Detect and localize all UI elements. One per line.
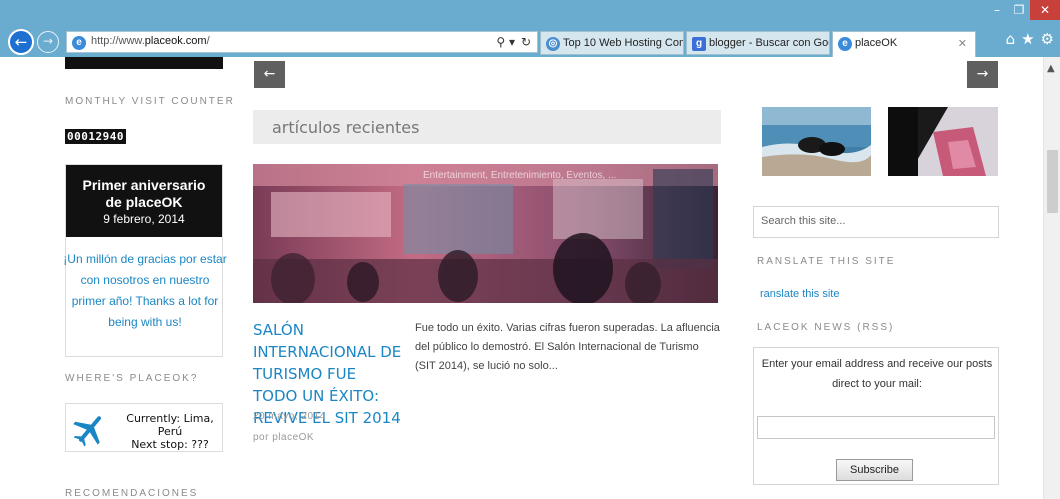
where-widget[interactable]: Currently: Lima, Perú Next stop: ???	[65, 403, 223, 452]
refresh-icon[interactable]: ↻	[521, 35, 531, 49]
anniversary-title-2: de placeOK	[105, 194, 183, 210]
vertical-scrollbar[interactable]: ▲	[1043, 57, 1060, 499]
url-prefix: http://www.	[91, 35, 145, 47]
news-heading: LACEOK NEWS (RSS)	[757, 322, 895, 333]
tab-label: placeOK	[855, 37, 898, 49]
post-author[interactable]: por placeOK	[253, 432, 314, 443]
airplane-icon	[73, 416, 101, 447]
anniversary-date: 9 febrero, 2014	[103, 212, 185, 226]
email-field[interactable]	[757, 416, 995, 439]
anniversary-message: ¡Un millón de gracias por estar con noso…	[63, 252, 227, 329]
close-window-button[interactable]: ✕	[1030, 0, 1060, 20]
subscribe-text: Enter your email address and receive our…	[761, 358, 993, 390]
scroll-up-icon[interactable]: ▲	[1047, 63, 1055, 74]
url-domain: placeok.com	[144, 35, 207, 47]
where-heading: WHERE'S PLACEOK?	[65, 373, 199, 384]
gear-icon[interactable]: ⚙	[1041, 30, 1054, 48]
post-categories[interactable]: Entertainment, Entretenimiento, Eventos,…	[423, 170, 616, 181]
ie-favicon-icon: e	[838, 37, 852, 51]
tab-label: Top 10 Web Hosting Com...	[563, 37, 684, 49]
translate-heading: RANSLATE THIS SITE	[757, 256, 896, 267]
tab-label: blogger - Buscar con Goo...	[709, 37, 829, 49]
minimize-button[interactable]: –	[986, 0, 1008, 20]
browser-icons: ⌂ ★ ⚙	[1006, 30, 1054, 48]
section-title: artículos recientes	[272, 118, 420, 137]
browser-toolbar: – ❐ ✕ ← → e http://www.placeok.com/ ⚲ ▾ …	[0, 0, 1060, 57]
forward-button[interactable]: →	[37, 31, 59, 53]
maximize-button[interactable]: ❐	[1008, 0, 1030, 20]
previous-slide-button[interactable]: ←	[254, 61, 285, 88]
star-icon[interactable]: ★	[1021, 30, 1034, 48]
anniversary-header: Primer aniversario de placeOK 9 febrero,…	[66, 165, 222, 237]
translate-link[interactable]: ranslate this site	[760, 288, 839, 300]
visit-counter: 00012940	[65, 129, 126, 144]
search-dropdown-icon[interactable]: ⚲ ▾	[496, 35, 515, 49]
where-info: Currently: Lima, Perú Next stop: ???	[118, 412, 222, 451]
url-suffix: /	[206, 35, 210, 47]
google-icon: g	[692, 37, 706, 51]
subscribe-widget: Enter your email address and receive our…	[753, 347, 999, 485]
tab-placeok[interactable]: e placeOK ✕	[832, 31, 976, 57]
ie-favicon-icon: e	[72, 36, 86, 50]
globe-icon: ◎	[546, 37, 560, 51]
next-slide-button[interactable]: →	[967, 61, 998, 88]
tab-google[interactable]: g blogger - Buscar con Goo...	[686, 31, 830, 55]
post-featured-image[interactable]: Entertainment, Entretenimiento, Eventos,…	[253, 164, 718, 303]
counter-heading: MONTHLY VISIT COUNTER	[65, 96, 235, 107]
tab-hosting[interactable]: ◎ Top 10 Web Hosting Com...	[540, 31, 684, 55]
thumbnail-shopping-bag[interactable]	[888, 107, 998, 176]
anniversary-widget: Primer aniversario de placeOK 9 febrero,…	[63, 164, 227, 357]
left-widget-bottom-edge	[65, 57, 223, 69]
home-icon[interactable]: ⌂	[1006, 30, 1016, 48]
post-excerpt: Fue todo un éxito. Varias cifras fueron …	[415, 322, 720, 372]
expo-photo	[253, 164, 718, 303]
current-location: Currently: Lima, Perú	[126, 412, 214, 438]
close-tab-icon[interactable]: ✕	[958, 37, 967, 50]
site-search-input[interactable]: Search this site...	[753, 206, 999, 238]
recent-articles-bar: artículos recientes	[253, 110, 721, 144]
window-controls: – ❐ ✕	[986, 0, 1060, 22]
next-stop: Next stop: ???	[131, 438, 209, 451]
recommendations-heading: RECOMENDACIONES	[65, 488, 199, 499]
subscribe-button[interactable]: Subscribe	[836, 459, 913, 481]
anniversary-title-1: Primer aniversario	[82, 177, 206, 193]
beach-shoes-photo	[762, 107, 871, 176]
thumbnail-beach-shoes[interactable]	[762, 107, 871, 176]
back-button[interactable]: ←	[8, 29, 34, 55]
scrollbar-thumb[interactable]	[1047, 150, 1058, 213]
address-url[interactable]: http://www.placeok.com/	[91, 35, 210, 47]
post-date: 20 mayo, 2014	[253, 411, 326, 422]
address-bar[interactable]: e http://www.placeok.com/ ⚲ ▾ ↻	[66, 31, 538, 53]
shopping-bag-photo	[888, 107, 998, 176]
